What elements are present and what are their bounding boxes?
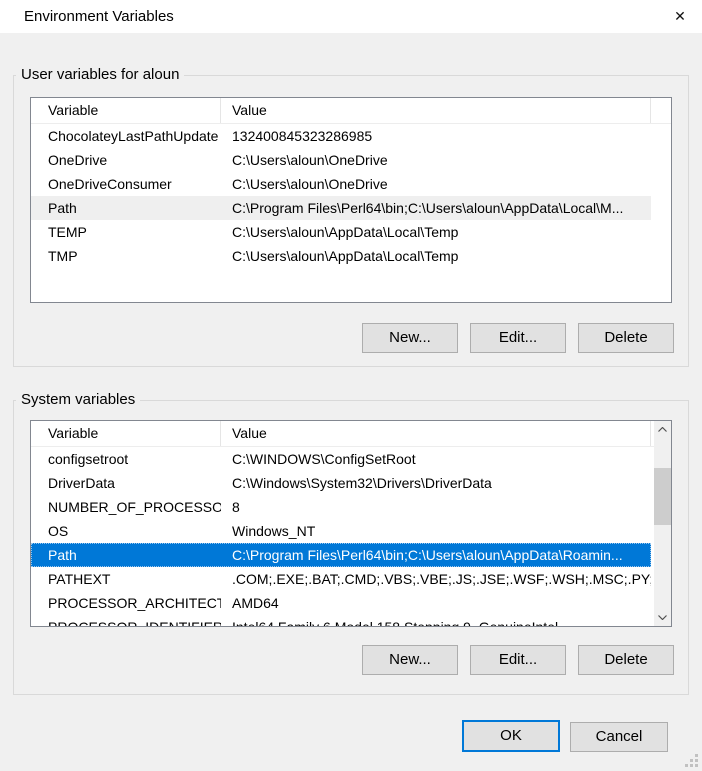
variable-cell: Path [31,196,221,220]
table-header: Variable Value [31,98,671,124]
table-row[interactable]: PathC:\Program Files\Perl64\bin;C:\Users… [31,196,651,220]
value-cell: 8 [221,495,651,519]
variable-cell: DriverData [31,471,221,495]
value-cell: 132400845323286985 [221,124,651,148]
user-buttons-row: New... Edit... Delete [362,323,674,353]
table-row[interactable]: NUMBER_OF_PROCESSORS8 [31,495,651,519]
user-variables-group-label: User variables for aloun [16,66,184,84]
value-cell: C:\Users\aloun\AppData\Local\Temp [221,244,651,268]
variable-cell: PROCESSOR_IDENTIFIER [31,615,221,626]
table-row[interactable]: PROCESSOR_ARCHITECTU...AMD64 [31,591,651,615]
title-bar: Environment Variables ✕ [0,0,702,33]
environment-variables-dialog: Environment Variables ✕ User variables f… [0,0,702,771]
table-row[interactable]: configsetrootC:\WINDOWS\ConfigSetRoot [31,447,651,471]
table-body: ChocolateyLastPathUpdate1324008453232869… [31,124,671,302]
system-delete-button[interactable]: Delete [578,645,674,675]
scroll-down-button[interactable] [654,609,671,626]
table-row[interactable]: TMPC:\Users\aloun\AppData\Local\Temp [31,244,651,268]
value-cell: Intel64 Family 6 Model 158 Stepping 9, G… [221,615,651,626]
variable-cell: OneDriveConsumer [31,172,221,196]
scroll-up-button[interactable] [654,421,671,438]
value-cell: .COM;.EXE;.BAT;.CMD;.VBS;.VBE;.JS;.JSE;.… [221,567,651,591]
close-icon: ✕ [674,8,686,24]
variable-cell: TEMP [31,220,221,244]
user-new-button[interactable]: New... [362,323,458,353]
dialog-title: Environment Variables [24,0,174,33]
system-new-button[interactable]: New... [362,645,458,675]
variable-cell: Path [31,543,221,567]
column-header-value: Value [221,98,651,123]
system-variables-table[interactable]: Variable Value configsetrootC:\WINDOWS\C… [30,420,672,627]
table-header: Variable Value [31,421,671,447]
user-variables-table[interactable]: Variable Value ChocolateyLastPathUpdate1… [30,97,672,303]
table-row[interactable]: OSWindows_NT [31,519,651,543]
variable-cell: OneDrive [31,148,221,172]
close-button[interactable]: ✕ [660,0,700,33]
table-row[interactable]: OneDriveC:\Users\aloun\OneDrive [31,148,651,172]
table-row[interactable]: TEMPC:\Users\aloun\AppData\Local\Temp [31,220,651,244]
value-cell: AMD64 [221,591,651,615]
system-buttons-row: New... Edit... Delete [362,645,674,675]
system-edit-button[interactable]: Edit... [470,645,566,675]
vertical-scrollbar[interactable] [654,421,671,626]
column-header-value: Value [221,421,651,446]
ok-button[interactable]: OK [462,720,560,752]
value-cell: C:\Users\aloun\AppData\Local\Temp [221,220,651,244]
variable-cell: OS [31,519,221,543]
table-row[interactable]: OneDriveConsumerC:\Users\aloun\OneDrive [31,172,651,196]
value-cell: C:\Windows\System32\Drivers\DriverData [221,471,651,495]
value-cell: C:\Users\aloun\OneDrive [221,172,651,196]
table-row[interactable]: DriverDataC:\Windows\System32\Drivers\Dr… [31,471,651,495]
table-row[interactable]: PathC:\Program Files\Perl64\bin;C:\Users… [31,543,651,567]
chevron-down-icon [658,615,667,620]
column-header-variable: Variable [31,421,221,446]
user-delete-button[interactable]: Delete [578,323,674,353]
system-variables-group-label: System variables [16,391,140,409]
value-cell: C:\Program Files\Perl64\bin;C:\Users\alo… [221,196,651,220]
chevron-up-icon [658,427,667,432]
user-edit-button[interactable]: Edit... [470,323,566,353]
value-cell: C:\WINDOWS\ConfigSetRoot [221,447,651,471]
variable-cell: NUMBER_OF_PROCESSORS [31,495,221,519]
variable-cell: TMP [31,244,221,268]
user-variables-group: User variables for aloun Variable Value … [13,66,689,367]
table-body: configsetrootC:\WINDOWS\ConfigSetRootDri… [31,447,671,626]
column-header-variable: Variable [31,98,221,123]
system-variables-group: System variables Variable Value configse… [13,391,689,695]
value-cell: C:\Users\aloun\OneDrive [221,148,651,172]
table-row[interactable]: PATHEXT.COM;.EXE;.BAT;.CMD;.VBS;.VBE;.JS… [31,567,651,591]
variable-cell: configsetroot [31,447,221,471]
table-row[interactable]: ChocolateyLastPathUpdate1324008453232869… [31,124,651,148]
variable-cell: ChocolateyLastPathUpdate [31,124,221,148]
scrollbar-thumb[interactable] [654,468,671,525]
resize-grip-icon[interactable] [685,754,699,768]
variable-cell: PATHEXT [31,567,221,591]
value-cell: Windows_NT [221,519,651,543]
value-cell: C:\Program Files\Perl64\bin;C:\Users\alo… [221,543,651,567]
variable-cell: PROCESSOR_ARCHITECTU... [31,591,221,615]
table-row[interactable]: PROCESSOR_IDENTIFIERIntel64 Family 6 Mod… [31,615,651,626]
scrollbar-track[interactable] [654,438,671,609]
cancel-button[interactable]: Cancel [570,722,668,752]
